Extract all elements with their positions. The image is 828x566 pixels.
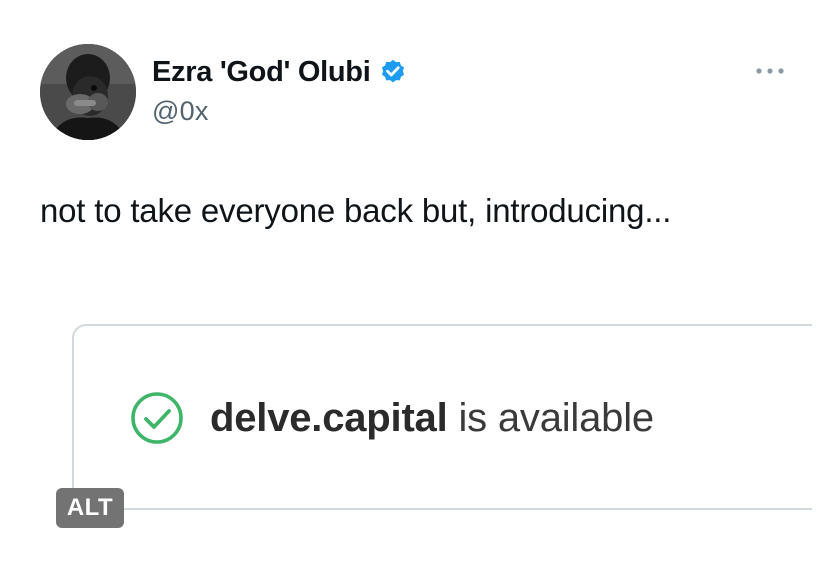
more-options-button[interactable] [752, 56, 788, 86]
more-horizontal-icon [756, 68, 784, 74]
author-handle[interactable]: @0x [152, 96, 209, 127]
author-display-name[interactable]: Ezra 'God' Olubi [152, 56, 371, 89]
check-circle-icon [130, 391, 184, 445]
alt-text-button[interactable]: ALT [56, 488, 124, 528]
domain-availability-row: delve.capital is available [130, 390, 654, 446]
author-avatar[interactable] [40, 44, 136, 140]
tweet-media-image[interactable]: delve.capital is available [72, 324, 812, 510]
verified-badge-icon [378, 58, 408, 88]
availability-status: is available [447, 395, 654, 440]
author-name-row: Ezra 'God' Olubi [152, 54, 408, 90]
tweet-text: not to take everyone back but, introduci… [40, 192, 672, 229]
domain-name: delve.capital [210, 395, 448, 440]
media-content: delve.capital is available [74, 326, 812, 508]
availability-message: delve.capital is available [210, 396, 654, 441]
tweet-card: Ezra 'God' Olubi @0x not to take everyon… [0, 0, 828, 566]
avatar-photo [40, 44, 136, 140]
